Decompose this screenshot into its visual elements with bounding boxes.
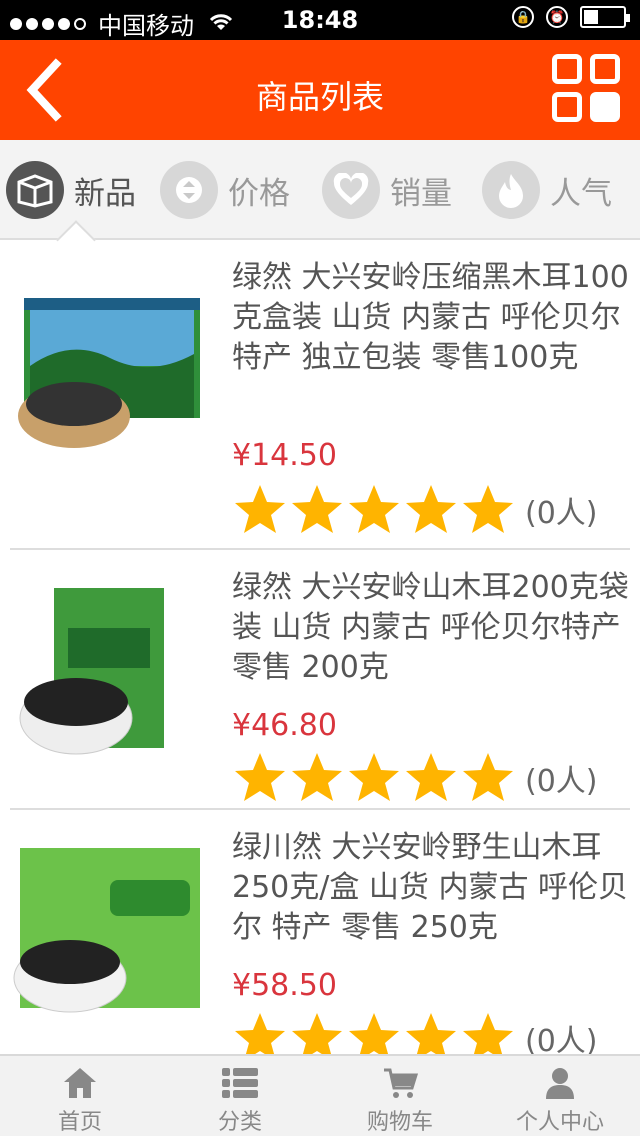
list-icon	[222, 1068, 258, 1098]
user-icon	[546, 1068, 574, 1099]
product-name[interactable]: 绿然 大兴安岭压缩黑木耳100克盒装 山货 内蒙古 呼伦贝尔 特产 独立包装 零…	[232, 258, 630, 378]
sort-arrows-icon	[160, 161, 218, 219]
box-icon	[6, 161, 64, 219]
product-image[interactable]	[10, 568, 210, 768]
star-icon	[349, 485, 399, 533]
product-image[interactable]	[10, 258, 210, 458]
status-bar: 中国移动 18:48 🔒 ⏰	[0, 0, 640, 40]
product-name[interactable]: 绿川然 大兴安岭野生山木耳250克/盒 山货 内蒙古 呼伦贝尔 特产 零售 25…	[232, 828, 630, 948]
nav-home[interactable]: 首页	[0, 1056, 160, 1136]
star-icon	[463, 485, 513, 533]
product-item[interactable]: 绿然 大兴安岭山木耳200克袋装 山货 内蒙古 呼伦贝尔特产 零售 200克 ¥…	[10, 552, 630, 810]
cart-icon	[384, 1068, 418, 1098]
rating-stars: (0人)	[232, 1010, 598, 1054]
bottom-nav: 首页 分类 购物车 个人中心	[0, 1054, 640, 1136]
star-icon	[235, 753, 285, 801]
nav-label: 首页	[57, 1110, 102, 1135]
alarm-icon: ⏰	[546, 6, 568, 28]
star-icon	[349, 1013, 399, 1054]
rating-stars: (0人)	[232, 750, 598, 806]
star-icon	[235, 1013, 285, 1054]
star-icon	[292, 485, 342, 533]
grid-view-button[interactable]	[552, 54, 622, 124]
product-image[interactable]	[10, 828, 210, 1028]
tab-price[interactable]: 价格	[160, 160, 290, 220]
star-icon	[463, 1013, 513, 1054]
product-price: ¥14.50	[232, 438, 337, 473]
product-price: ¥46.80	[232, 708, 337, 743]
app-header: 商品列表	[0, 40, 640, 140]
star-icon	[463, 753, 513, 801]
tab-label: 人气	[550, 175, 612, 212]
nav-label: 个人中心	[515, 1110, 604, 1135]
star-icon	[292, 1013, 342, 1054]
grid-icon	[552, 54, 582, 84]
star-icon	[406, 1013, 456, 1054]
nav-cart[interactable]: 购物车	[320, 1056, 480, 1136]
star-icon	[406, 753, 456, 801]
nav-label: 分类	[217, 1110, 262, 1135]
tab-label: 新品	[74, 175, 136, 212]
review-count: (0人)	[525, 1024, 598, 1054]
grid-icon	[552, 92, 582, 122]
star-icon	[235, 485, 285, 533]
star-icon	[406, 485, 456, 533]
tab-label: 价格	[228, 175, 290, 212]
nav-category[interactable]: 分类	[160, 1056, 320, 1136]
tab-sales[interactable]: 销量	[322, 160, 452, 220]
review-count: (0人)	[525, 496, 598, 531]
page-title: 商品列表	[255, 78, 384, 116]
product-list: 绿然 大兴安岭压缩黑木耳100克盒装 山货 内蒙古 呼伦贝尔 特产 独立包装 零…	[0, 242, 640, 1054]
grid-icon	[590, 54, 620, 84]
battery-icon	[580, 6, 630, 28]
product-price: ¥58.50	[232, 968, 337, 1003]
product-item[interactable]: 绿川然 大兴安岭野生山木耳250克/盒 山货 内蒙古 呼伦贝尔 特产 零售 25…	[10, 812, 630, 1054]
nav-profile[interactable]: 个人中心	[480, 1056, 640, 1136]
tab-label: 销量	[390, 175, 452, 212]
sort-bar: 新品 价格 销量 人气	[0, 140, 640, 260]
flame-icon	[482, 161, 540, 219]
grid-icon	[590, 92, 620, 122]
home-icon	[64, 1068, 96, 1098]
heart-icon	[322, 161, 380, 219]
rating-stars: (0人)	[232, 482, 598, 538]
rotation-lock-icon: 🔒	[512, 6, 534, 28]
product-item[interactable]: 绿然 大兴安岭压缩黑木耳100克盒装 山货 内蒙古 呼伦贝尔 特产 独立包装 零…	[10, 242, 630, 550]
tab-new[interactable]: 新品	[6, 160, 136, 220]
tab-popularity[interactable]: 人气	[482, 160, 612, 220]
nav-label: 购物车	[366, 1110, 433, 1135]
review-count: (0人)	[525, 764, 598, 799]
star-icon	[349, 753, 399, 801]
star-icon	[292, 753, 342, 801]
product-name[interactable]: 绿然 大兴安岭山木耳200克袋装 山货 内蒙古 呼伦贝尔特产 零售 200克	[232, 568, 630, 688]
